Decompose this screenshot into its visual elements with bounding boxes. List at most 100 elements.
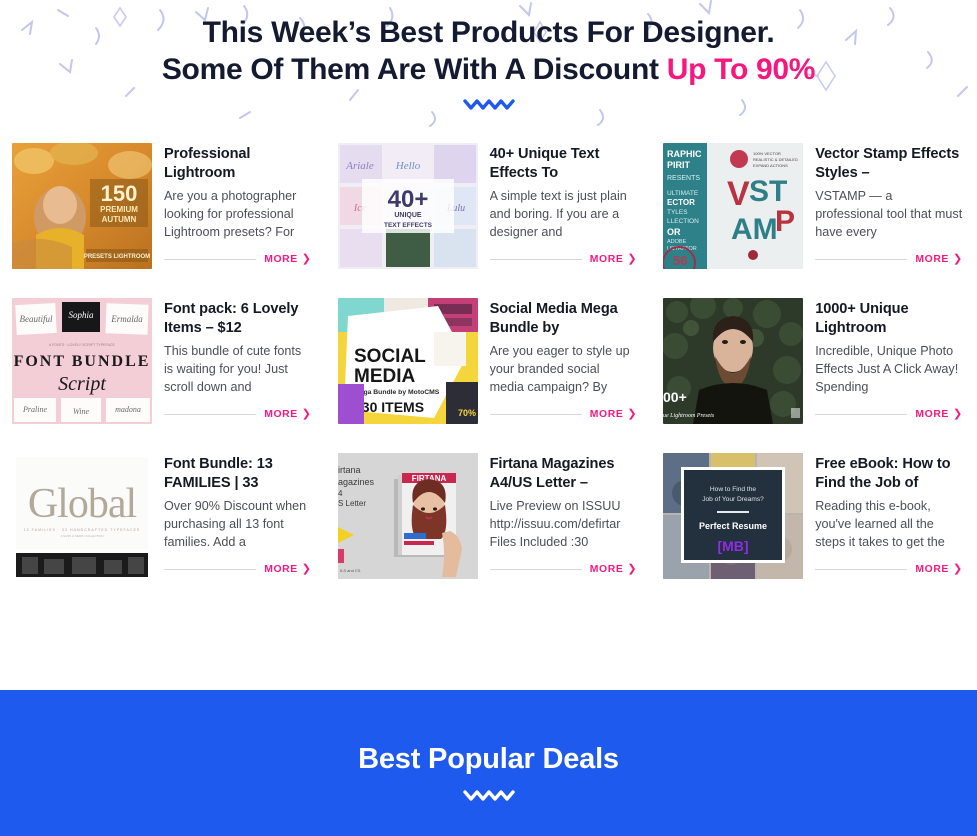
- chevron-right-icon: ❯: [952, 563, 963, 575]
- product-description: Over 90% Discount when purchasing all 13…: [164, 498, 307, 549]
- product-card[interactable]: How to Find the Job of Your Dreams? Perf…: [651, 453, 977, 608]
- divider-rule: [815, 569, 908, 570]
- svg-text:ST: ST: [749, 175, 787, 208]
- more-label: MORE: [589, 409, 624, 420]
- thumb-social-media-mega-bundle[interactable]: SOCIAL MEDIA Mega Bundle by MotoCMS 130 …: [337, 298, 478, 424]
- svg-text:MEDIA: MEDIA: [354, 366, 416, 387]
- svg-text:PRESETS LIGHTROOM: PRESETS LIGHTROOM: [84, 254, 150, 260]
- svg-text:Job of Your Dreams?: Job of Your Dreams?: [702, 496, 764, 503]
- product-grid: 150 PREMIUM AUTUMN PRESETS LIGHTROOM Pro…: [0, 135, 977, 608]
- product-title: Font Bundle: 13 FAMILIES | 33: [164, 456, 273, 491]
- page-root: This Week’s Best Products For Designer. …: [0, 0, 977, 836]
- more-link[interactable]: MORE ❯: [915, 253, 963, 266]
- chevron-right-icon: ❯: [301, 563, 312, 575]
- product-title: Firtana Magazines A4/US Letter –: [489, 456, 615, 491]
- product-card[interactable]: 00+ ue Lightroom Presets 1000+ Unique Li…: [651, 298, 977, 453]
- svg-text:OR: OR: [667, 227, 681, 237]
- card-body: 40+ Unique Text Effects To A simple text…: [489, 143, 638, 269]
- product-description: A simple text is just plain and boring. …: [489, 188, 627, 239]
- product-card[interactable]: RAPHIC PIRIT RESENTS ULTIMATE ECTOR TYLE…: [651, 143, 977, 298]
- product-card[interactable]: 150 PREMIUM AUTUMN PRESETS LIGHTROOM Pro…: [0, 143, 326, 298]
- svg-text:ILS and CS: ILS and CS: [340, 568, 361, 573]
- svg-text:TYLES: TYLES: [667, 209, 688, 216]
- svg-text:70%: 70%: [458, 408, 476, 418]
- svg-text:Ermalda: Ermalda: [110, 314, 143, 324]
- more-label: MORE: [264, 254, 298, 265]
- best-popular-deals-banner: Best Popular Deals: [0, 690, 977, 836]
- divider-rule: [164, 414, 257, 415]
- product-description: Are you eager to style up your branded s…: [489, 343, 630, 394]
- svg-text:Praline: Praline: [22, 405, 47, 414]
- product-description: Reading this e-book, you've learned all …: [815, 498, 945, 549]
- chevron-right-icon: ❯: [627, 253, 638, 265]
- svg-text:100% VECTOR: 100% VECTOR: [753, 151, 781, 156]
- product-card[interactable]: Beautiful Sophia Ermalda 6 FONTS · LOVEL…: [0, 298, 326, 453]
- more-link[interactable]: MORE ❯: [590, 564, 637, 576]
- svg-text:REALISTIC & DETAILED: REALISTIC & DETAILED: [753, 157, 798, 162]
- svg-text:56: 56: [673, 253, 687, 268]
- thumb-1000-unique-lightroom[interactable]: 00+ ue Lightroom Presets: [663, 298, 804, 424]
- chevron-right-icon: ❯: [952, 408, 963, 420]
- card-body: 1000+ Unique Lightroom Incredible, Uniqu…: [815, 298, 963, 424]
- divider-rule: [815, 414, 908, 415]
- card-body: Firtana Magazines A4/US Letter – Live Pr…: [489, 453, 638, 579]
- svg-text:40+: 40+: [387, 186, 428, 213]
- svg-text:150: 150: [101, 181, 138, 206]
- more-label: MORE: [589, 254, 624, 265]
- thumb-firtana-magazines[interactable]: irtana agazines 4 S Letter ILS and CS FI…: [337, 453, 478, 579]
- svg-text:A SANS & SERIF COLLECTION: A SANS & SERIF COLLECTION: [60, 534, 103, 538]
- svg-text:agazines: agazines: [338, 477, 375, 487]
- svg-text:Beautiful: Beautiful: [20, 314, 53, 324]
- svg-text:irtana: irtana: [338, 465, 361, 475]
- more-row: MORE ❯: [489, 564, 638, 579]
- thumb-vector-stamp-effects[interactable]: RAPHIC PIRIT RESENTS ULTIMATE ECTOR TYLE…: [663, 143, 804, 269]
- hero-heading-accent: Up To 90%: [666, 53, 816, 87]
- more-label: MORE: [264, 409, 298, 420]
- thumb-free-ebook-find-job[interactable]: How to Find the Job of Your Dreams? Perf…: [663, 453, 804, 579]
- thumb-font-pack-6-lovely-items[interactable]: Beautiful Sophia Ermalda 6 FONTS · LOVEL…: [12, 298, 152, 424]
- product-card[interactable]: Ariale Hello Ice Lulu 40+ UNIQUE TEXT EF…: [326, 143, 652, 298]
- thumb-unique-text-effects[interactable]: Ariale Hello Ice Lulu 40+ UNIQUE TEXT EF…: [337, 143, 478, 269]
- hero-heading-line-1: This Week’s Best Products For Designer.: [202, 16, 775, 49]
- divider-rule: [164, 259, 257, 260]
- thumb-professional-lightroom[interactable]: 150 PREMIUM AUTUMN PRESETS LIGHTROOM: [12, 143, 152, 269]
- more-row: MORE ❯: [815, 254, 963, 269]
- svg-text:Global: Global: [28, 481, 137, 527]
- chevron-right-icon: ❯: [627, 408, 638, 420]
- chevron-right-icon: ❯: [952, 253, 963, 265]
- svg-text:00+: 00+: [663, 389, 687, 405]
- card-body: Vector Stamp Effects Styles – VSTAMP — a…: [815, 143, 963, 269]
- product-card[interactable]: irtana agazines 4 S Letter ILS and CS FI…: [326, 453, 652, 608]
- product-card[interactable]: Global 13 FAMILIES · 33 HANDCRAFTED TYPE…: [0, 453, 326, 608]
- more-label: MORE: [915, 409, 949, 420]
- product-title: 40+ Unique Text Effects To: [489, 146, 600, 181]
- svg-text:FONT BUNDLE: FONT BUNDLE: [14, 353, 151, 370]
- svg-text:RAPHIC: RAPHIC: [667, 149, 702, 159]
- more-link[interactable]: MORE ❯: [264, 254, 311, 266]
- more-label: MORE: [915, 564, 949, 575]
- svg-text:EXPAND ACTIONS: EXPAND ACTIONS: [753, 163, 788, 168]
- card-body: Font pack: 6 Lovely Items – $12 This bun…: [164, 298, 312, 424]
- svg-text:ECTOR: ECTOR: [667, 198, 695, 207]
- svg-text:6 FONTS · LOVELY SCRIPT TYPEFA: 6 FONTS · LOVELY SCRIPT TYPEFACE: [49, 343, 115, 347]
- more-link[interactable]: MORE ❯: [589, 253, 638, 266]
- svg-text:ADOBE: ADOBE: [667, 239, 687, 245]
- product-description: Incredible, Unique Photo Effects Just A …: [815, 343, 959, 394]
- more-label: MORE: [915, 254, 949, 265]
- svg-text:Ariale: Ariale: [345, 160, 374, 172]
- more-row: MORE ❯: [489, 408, 638, 424]
- svg-text:P: P: [775, 205, 795, 238]
- svg-text:LLECTION: LLECTION: [667, 218, 699, 225]
- more-link[interactable]: MORE ❯: [915, 408, 963, 421]
- more-link[interactable]: MORE ❯: [589, 408, 638, 421]
- divider-rule: [489, 259, 582, 260]
- more-link[interactable]: MORE ❯: [915, 563, 963, 576]
- product-card[interactable]: SOCIAL MEDIA Mega Bundle by MotoCMS 130 …: [326, 298, 652, 453]
- more-link[interactable]: MORE ❯: [264, 563, 312, 576]
- thumb-font-bundle-13-families[interactable]: Global 13 FAMILIES · 33 HANDCRAFTED TYPE…: [12, 453, 152, 579]
- svg-text:UNIQUE: UNIQUE: [394, 212, 422, 219]
- product-title: Social Media Mega Bundle by: [489, 301, 618, 336]
- svg-text:Perfect Resume: Perfect Resume: [699, 521, 767, 531]
- product-description: Live Preview on ISSUU http://issuu.com/d…: [489, 498, 621, 549]
- more-link[interactable]: MORE ❯: [264, 409, 311, 421]
